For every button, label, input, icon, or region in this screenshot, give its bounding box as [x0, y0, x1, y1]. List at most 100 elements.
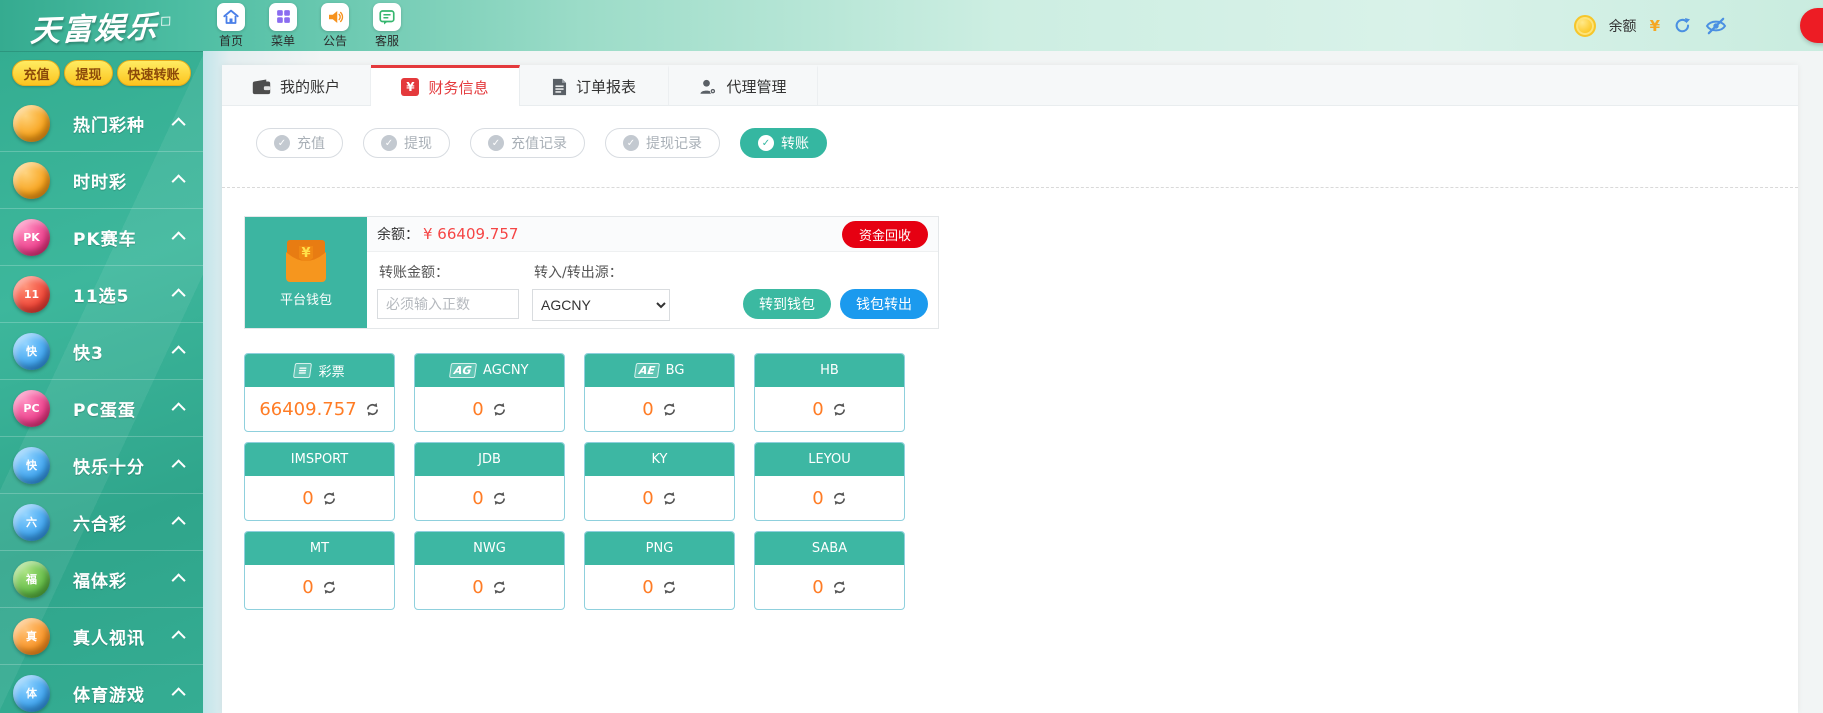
chevron-up-icon	[172, 231, 186, 245]
card-header: LEYOU	[755, 443, 904, 476]
brand-logo[interactable]: 天富娱乐	[0, 0, 201, 51]
lottery-ball-icon: 真	[13, 618, 50, 655]
lottery-ball-icon: PK	[13, 219, 50, 256]
platform-balance-card: JDB 0	[414, 442, 565, 521]
tab-agent-management[interactable]: 代理管理	[669, 65, 818, 105]
lottery-ball-icon	[13, 162, 50, 199]
card-body: 0	[415, 476, 564, 520]
platform-name: PNG	[646, 541, 674, 556]
subtab-pill[interactable]: 转账	[740, 128, 827, 158]
sidebar: 充值提现快速转账 热门彩种 时时彩 PK PK赛车 11 11选	[0, 51, 203, 713]
nav-menu[interactable]: 菜单	[266, 3, 300, 49]
refresh-balance-icon[interactable]	[1673, 16, 1692, 35]
tab-my-account[interactable]: 我的账户	[222, 65, 371, 105]
wallet-balance-value: ¥ 66409.757	[423, 225, 518, 243]
platform-balance-value: 0	[302, 577, 313, 598]
platform-balance-value: 0	[812, 488, 823, 509]
platform-balance-value: 0	[642, 399, 653, 420]
transfer-source-select[interactable]: AGCNY	[532, 289, 670, 321]
logout-button[interactable]: 退	[1800, 8, 1823, 43]
refresh-icon[interactable]	[492, 402, 507, 417]
subtab-pill[interactable]: 充值记录	[470, 128, 585, 158]
chevron-up-icon	[172, 402, 186, 416]
platform-balance-card: AG AGCNY 0	[414, 353, 565, 432]
platform-name: IMSPORT	[291, 452, 348, 467]
refresh-icon[interactable]	[832, 402, 847, 417]
sidebar-menu-item[interactable]: 福 福体彩	[0, 551, 203, 608]
refresh-icon[interactable]	[662, 402, 677, 417]
refresh-icon[interactable]	[832, 491, 847, 506]
chevron-up-icon	[172, 630, 186, 644]
nav-announcement[interactable]: 公告	[318, 3, 352, 49]
sidebar-menu-item[interactable]: 体 体育游戏	[0, 665, 203, 713]
platform-name: MT	[310, 541, 329, 556]
refresh-icon[interactable]	[322, 580, 337, 595]
platform-balance-card: KY 0	[584, 442, 735, 521]
transfer-out-wallet-button[interactable]: 钱包转出	[840, 289, 928, 319]
sidebar-item-label: 六合彩	[73, 510, 127, 535]
sidebar-menu-item[interactable]: 快 快乐十分	[0, 437, 203, 494]
refresh-icon[interactable]	[365, 402, 380, 417]
sidebar-menu-item[interactable]: PK PK赛车	[0, 209, 203, 266]
topbar-right: 余额 ¥	[1574, 15, 1823, 37]
subtab-pill[interactable]: 提现	[363, 128, 450, 158]
platform-balance-card: AE BG 0	[584, 353, 735, 432]
wallet-icon: ¥	[279, 238, 333, 284]
platform-balance-value: 0	[472, 577, 483, 598]
top-nav: 首页 菜单 公告 客服	[214, 3, 404, 49]
card-body: 66409.757	[245, 387, 394, 431]
tab-order-report[interactable]: 订单报表	[520, 65, 669, 105]
subtab-label: 充值	[297, 133, 325, 153]
platform-balance-value: 0	[812, 399, 823, 420]
sidebar-menu-item[interactable]: PC PC蛋蛋	[0, 380, 203, 437]
refresh-icon[interactable]	[492, 580, 507, 595]
hide-balance-eye-icon[interactable]	[1705, 17, 1727, 35]
platform-logo-icon: AE	[634, 363, 660, 378]
platform-balance-card: HB 0	[754, 353, 905, 432]
lottery-ball-icon: 体	[13, 675, 50, 712]
refresh-icon[interactable]	[492, 491, 507, 506]
quick-action-button[interactable]: 提现	[64, 60, 112, 86]
sidebar-menu-item[interactable]: 时时彩	[0, 152, 203, 209]
sidebar-menu-item[interactable]: 六 六合彩	[0, 494, 203, 551]
quick-action-button[interactable]: 充值	[12, 60, 60, 86]
nav-home[interactable]: 首页	[214, 3, 248, 49]
nav-customer-service[interactable]: 客服	[370, 3, 404, 49]
refresh-icon[interactable]	[322, 491, 337, 506]
sidebar-menu-item[interactable]: 快 快3	[0, 323, 203, 380]
card-header: AG AGCNY	[415, 354, 564, 387]
fund-recycle-button[interactable]: 资金回收	[842, 221, 928, 248]
nav-menu-label: 菜单	[271, 32, 295, 49]
wallet-tab-icon	[252, 79, 271, 95]
svg-text:¥: ¥	[301, 246, 310, 261]
sidebar-menu-item[interactable]: 热门彩种	[0, 95, 203, 152]
nav-home-label: 首页	[219, 32, 243, 49]
sidebar-item-label: PC蛋蛋	[73, 396, 136, 421]
main-area: 我的账户 财务信息 订单报表 代理管理	[203, 51, 1823, 713]
lottery-ball-icon: 福	[13, 561, 50, 598]
transfer-amount-input[interactable]	[377, 289, 519, 319]
refresh-icon[interactable]	[662, 491, 677, 506]
sidebar-menu-item[interactable]: 11 11选5	[0, 266, 203, 323]
refresh-icon[interactable]	[832, 580, 847, 595]
subtab-pill[interactable]: 提现记录	[605, 128, 720, 158]
platform-balance-value: 0	[472, 399, 483, 420]
balance-label: 余额	[1609, 16, 1637, 36]
card-body: 0	[755, 476, 904, 520]
platform-balance-card: LEYOU 0	[754, 442, 905, 521]
tab-finance-info[interactable]: 财务信息	[371, 65, 520, 106]
sidebar-menu-item[interactable]: 真 真人视讯	[0, 608, 203, 665]
dashed-divider	[222, 187, 1798, 188]
platform-balance-value: 0	[472, 488, 483, 509]
quick-action-button[interactable]: 快速转账	[117, 60, 191, 86]
check-circle-icon	[758, 135, 774, 151]
platform-balance-value: 66409.757	[259, 399, 356, 420]
platform-balance-value: 0	[642, 488, 653, 509]
card-body: 0	[415, 387, 564, 431]
transfer-to-wallet-button[interactable]: 转到钱包	[743, 289, 831, 319]
wallet-right-block: 余额： ¥ 66409.757 资金回收 转账金额： 转入/转出源： AGCNY	[367, 217, 938, 328]
lottery-ball-icon: 快	[13, 333, 50, 370]
subtab-pill[interactable]: 充值	[256, 128, 343, 158]
refresh-icon[interactable]	[662, 580, 677, 595]
report-tab-icon	[552, 78, 567, 96]
